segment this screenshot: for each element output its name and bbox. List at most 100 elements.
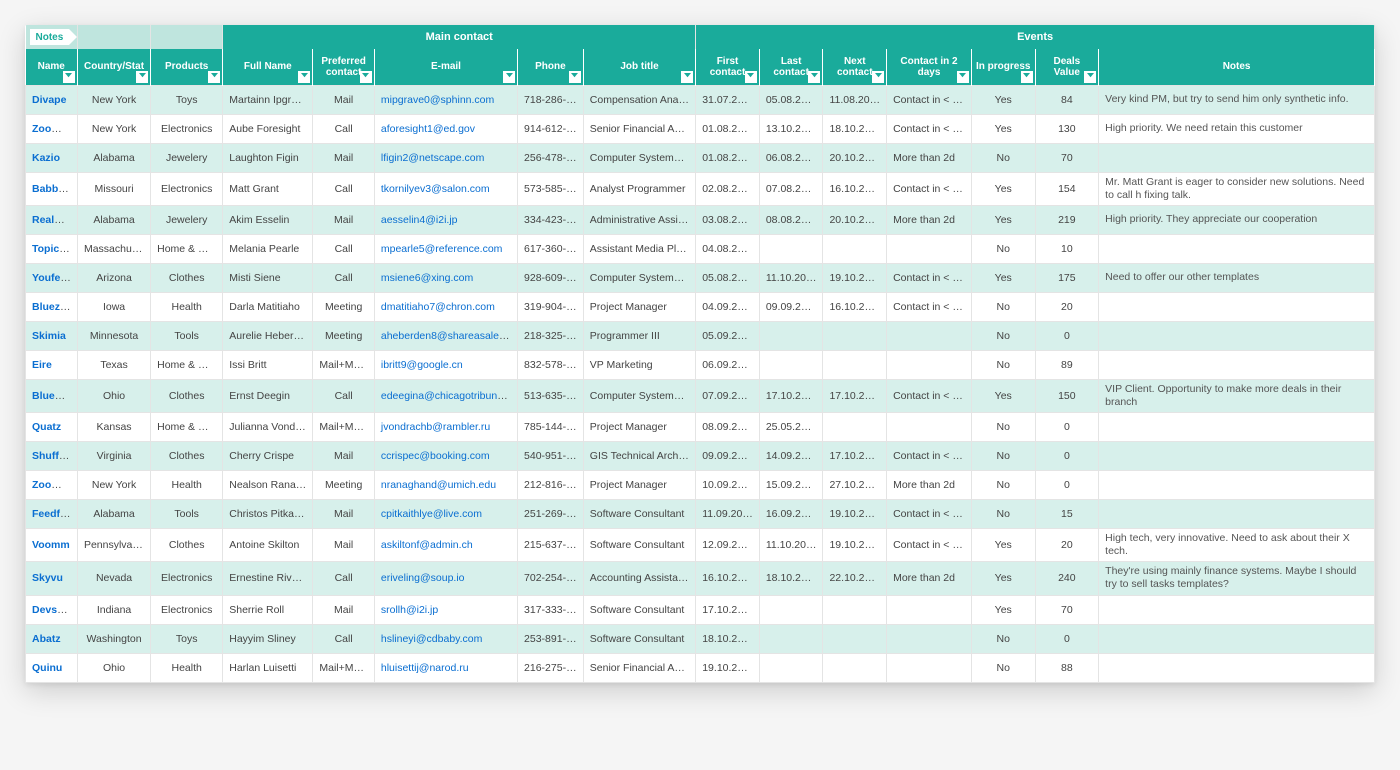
company-link[interactable]: Realmix: [32, 214, 72, 226]
company-link[interactable]: Youfeed: [32, 272, 73, 284]
cell-name[interactable]: Kazio: [26, 143, 78, 172]
filter-dropdown-icon[interactable]: [1084, 71, 1096, 83]
email-link[interactable]: tkornilyev3@salon.com: [381, 183, 490, 195]
cell-email[interactable]: dmatitiaho7@chron.com: [374, 292, 517, 321]
cell-name[interactable]: Quinu: [26, 653, 78, 682]
email-link[interactable]: hluisettij@narod.ru: [381, 662, 469, 674]
notes-toggle-button[interactable]: Notes: [30, 29, 70, 45]
column-header-job[interactable]: Job title: [583, 49, 695, 85]
cell-name[interactable]: Skimia: [26, 321, 78, 350]
column-header-contact2d[interactable]: Contact in 2 days: [887, 49, 972, 85]
column-header-state[interactable]: Country/Stat: [77, 49, 150, 85]
filter-dropdown-icon[interactable]: [63, 71, 75, 83]
filter-dropdown-icon[interactable]: [136, 71, 148, 83]
company-link[interactable]: Eire: [32, 359, 52, 371]
company-link[interactable]: Feedfish: [32, 508, 75, 520]
cell-name[interactable]: Voomm: [26, 529, 78, 562]
cell-name[interactable]: Abatz: [26, 624, 78, 653]
column-header-last_contact[interactable]: Last contact: [759, 49, 823, 85]
column-header-products[interactable]: Products: [151, 49, 223, 85]
company-link[interactable]: Quatz: [32, 421, 61, 433]
email-link[interactable]: dmatitiaho7@chron.com: [381, 301, 495, 313]
email-link[interactable]: edeegina@chicagotribune.com: [381, 390, 518, 402]
email-link[interactable]: cpitkaithlye@live.com: [381, 508, 482, 520]
filter-dropdown-icon[interactable]: [681, 71, 693, 83]
filter-dropdown-icon[interactable]: [808, 71, 820, 83]
email-link[interactable]: hslineyi@cdbaby.com: [381, 633, 483, 645]
cell-name[interactable]: Shuffletag: [26, 442, 78, 471]
cell-name[interactable]: Topiczoom: [26, 234, 78, 263]
email-link[interactable]: aesselin4@i2i.jp: [381, 214, 458, 226]
email-link[interactable]: aheberden8@shareasale.com: [381, 330, 518, 342]
cell-email[interactable]: aforesight1@ed.gov: [374, 114, 517, 143]
cell-name[interactable]: Feedfish: [26, 500, 78, 529]
cell-email[interactable]: ccrispec@booking.com: [374, 442, 517, 471]
cell-email[interactable]: eriveling@soup.io: [374, 562, 517, 595]
column-header-deals_value[interactable]: Deals Value: [1035, 49, 1099, 85]
company-link[interactable]: Shuffletag: [32, 450, 77, 462]
column-header-name[interactable]: Name: [26, 49, 78, 85]
filter-dropdown-icon[interactable]: [1021, 71, 1033, 83]
email-link[interactable]: nranaghand@umich.edu: [381, 479, 496, 491]
email-link[interactable]: lfigin2@netscape.com: [381, 152, 484, 164]
cell-email[interactable]: ibritt9@google.cn: [374, 350, 517, 379]
company-link[interactable]: Topiczoom: [32, 243, 77, 255]
filter-dropdown-icon[interactable]: [745, 71, 757, 83]
column-header-full_name[interactable]: Full Name: [223, 49, 313, 85]
cell-email[interactable]: edeegina@chicagotribune.com: [374, 379, 517, 412]
cell-name[interactable]: Realmix: [26, 205, 78, 234]
cell-email[interactable]: aheberden8@shareasale.com: [374, 321, 517, 350]
company-link[interactable]: Kazio: [32, 152, 60, 164]
cell-email[interactable]: nranaghand@umich.edu: [374, 471, 517, 500]
email-link[interactable]: jvondrachb@rambler.ru: [381, 421, 490, 433]
email-link[interactable]: ccrispec@booking.com: [381, 450, 490, 462]
company-link[interactable]: Skimia: [32, 330, 66, 342]
cell-email[interactable]: msiene6@xing.com: [374, 263, 517, 292]
company-link[interactable]: Voomm: [32, 539, 70, 551]
cell-name[interactable]: Divape: [26, 85, 78, 114]
company-link[interactable]: Divape: [32, 94, 66, 106]
cell-email[interactable]: tkornilyev3@salon.com: [374, 172, 517, 205]
email-link[interactable]: mpearle5@reference.com: [381, 243, 503, 255]
column-header-preferred[interactable]: Preferred contact: [313, 49, 375, 85]
cell-name[interactable]: Babbleblab: [26, 172, 78, 205]
filter-dropdown-icon[interactable]: [569, 71, 581, 83]
cell-name[interactable]: Bluezoom: [26, 292, 78, 321]
cell-name[interactable]: Youfeed: [26, 263, 78, 292]
column-header-phone[interactable]: Phone: [518, 49, 584, 85]
email-link[interactable]: ibritt9@google.cn: [381, 359, 463, 371]
filter-dropdown-icon[interactable]: [298, 71, 310, 83]
cell-name[interactable]: Zoomdwarf: [26, 471, 78, 500]
company-link[interactable]: Abatz: [32, 633, 61, 645]
company-link[interactable]: Skyvu: [32, 572, 63, 584]
company-link[interactable]: Bluestorm: [32, 390, 77, 402]
cell-email[interactable]: lfigin2@netscape.com: [374, 143, 517, 172]
company-link[interactable]: Zoomdwarf: [32, 479, 77, 491]
company-link[interactable]: Babbleblab: [32, 183, 77, 195]
cell-name[interactable]: Zoomcast: [26, 114, 78, 143]
filter-dropdown-icon[interactable]: [957, 71, 969, 83]
email-link[interactable]: askiltonf@admin.ch: [381, 539, 473, 551]
column-header-email[interactable]: E-mail: [374, 49, 517, 85]
cell-name[interactable]: Skyvu: [26, 562, 78, 595]
filter-dropdown-icon[interactable]: [208, 71, 220, 83]
company-link[interactable]: Devshare: [32, 604, 77, 616]
column-header-in_progress[interactable]: In progress: [971, 49, 1035, 85]
email-link[interactable]: msiene6@xing.com: [381, 272, 473, 284]
cell-email[interactable]: cpitkaithlye@live.com: [374, 500, 517, 529]
cell-name[interactable]: Bluestorm: [26, 379, 78, 412]
column-header-first_contact[interactable]: First contact: [696, 49, 760, 85]
cell-email[interactable]: askiltonf@admin.ch: [374, 529, 517, 562]
cell-email[interactable]: hluisettij@narod.ru: [374, 653, 517, 682]
filter-dropdown-icon[interactable]: [360, 71, 372, 83]
cell-name[interactable]: Devshare: [26, 595, 78, 624]
filter-dropdown-icon[interactable]: [503, 71, 515, 83]
column-header-notes[interactable]: Notes: [1099, 49, 1375, 85]
email-link[interactable]: eriveling@soup.io: [381, 572, 465, 584]
cell-name[interactable]: Eire: [26, 350, 78, 379]
company-link[interactable]: Bluezoom: [32, 301, 77, 313]
company-link[interactable]: Zoomcast: [32, 123, 77, 135]
cell-email[interactable]: mipgrave0@sphinn.com: [374, 85, 517, 114]
cell-email[interactable]: jvondrachb@rambler.ru: [374, 413, 517, 442]
email-link[interactable]: aforesight1@ed.gov: [381, 123, 475, 135]
